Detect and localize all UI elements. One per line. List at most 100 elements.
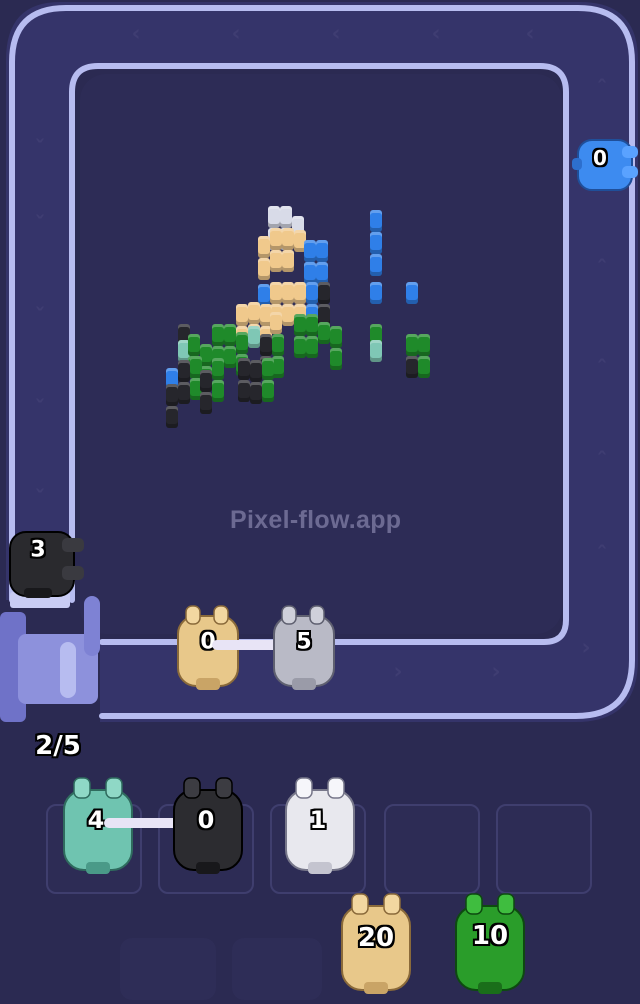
pixel-green <box>212 324 224 346</box>
teal-shooter-count: 4 <box>87 806 105 834</box>
pixel-black <box>260 334 272 356</box>
chevron-right-icon: › <box>393 659 403 685</box>
pixel-green <box>418 356 430 378</box>
pixel-blue <box>304 240 316 262</box>
black-shooter-left[interactable]: 3 <box>4 526 90 602</box>
chevron-up-icon: ˆ <box>596 257 608 283</box>
pixel-black <box>406 356 418 378</box>
pixel-black <box>318 282 330 304</box>
black-shooter-slot[interactable]: 0 <box>166 774 250 880</box>
chevron-left-icon: ‹ <box>431 21 441 47</box>
pixel-green <box>212 380 224 402</box>
chevron-right-icon: › <box>581 635 591 661</box>
pixel-black <box>238 380 250 402</box>
pixel-tan <box>282 228 294 250</box>
pixel-green <box>262 358 274 380</box>
pixel-blue <box>258 284 270 306</box>
pixel-black <box>200 370 212 392</box>
pixel-green <box>306 314 318 336</box>
pixel-tan <box>270 228 282 250</box>
black-shooter-count: 3 <box>30 537 46 563</box>
pixel-green <box>188 334 200 356</box>
pixel-blue <box>316 262 328 284</box>
slot-4[interactable] <box>384 804 480 894</box>
chevron-down-icon: ˇ <box>34 137 46 163</box>
black-shooter-slot-count: 0 <box>197 806 215 834</box>
chevron-down-icon: ˇ <box>34 487 46 513</box>
pixel-black <box>200 392 212 414</box>
pixel-black <box>178 360 190 382</box>
pixel-white <box>268 206 280 228</box>
pixel-tan <box>282 250 294 272</box>
pixel-green <box>236 332 248 354</box>
slot-5[interactable] <box>496 804 592 894</box>
white-shooter-slot[interactable]: 1 <box>278 774 362 880</box>
pixel-green <box>418 334 430 356</box>
pixel-tan <box>270 282 282 304</box>
pixel-teal <box>248 326 260 348</box>
pixel-green <box>224 346 236 368</box>
pixel-tan <box>258 258 270 280</box>
chevron-left-icon: ‹ <box>131 21 141 47</box>
chevron-right-icon: › <box>491 659 501 685</box>
pixel-tan <box>282 282 294 304</box>
pixel-board-area <box>80 74 562 634</box>
pixel-green <box>330 326 342 348</box>
pixel-black <box>166 384 178 406</box>
gray-shooter-count: 5 <box>296 629 312 655</box>
chevron-up-icon: ˆ <box>596 449 608 475</box>
chevron-left-icon: ‹ <box>331 21 341 47</box>
pixel-teal <box>370 340 382 362</box>
pixel-blue <box>370 232 382 254</box>
pixel-blue <box>304 262 316 284</box>
pixel-green <box>272 334 284 356</box>
chevron-left-icon: ‹ <box>231 21 241 47</box>
pixel-green <box>262 380 274 402</box>
pixel-tan <box>270 312 282 334</box>
pixel-black <box>250 360 262 382</box>
chevron-up-icon: ˆ <box>596 543 608 569</box>
chevron-down-icon: ˇ <box>34 305 46 331</box>
chevron-down-icon: ˇ <box>34 397 46 423</box>
pixel-tan <box>236 304 248 326</box>
pixel-black <box>238 358 250 380</box>
chevron-left-icon: ‹ <box>525 21 535 47</box>
chevron-up-icon: ˆ <box>596 77 608 103</box>
blue-shooter-count: 0 <box>593 146 607 170</box>
pixel-green <box>212 358 224 380</box>
pixel-blue <box>316 240 328 262</box>
pixel-black <box>250 382 262 404</box>
pixel-green <box>294 314 306 336</box>
pixel-green <box>330 348 342 370</box>
pixel-tan <box>258 236 270 258</box>
pixel-blue <box>370 254 382 276</box>
chevron-up-icon: ˆ <box>596 357 608 383</box>
pixel-tan <box>270 250 282 272</box>
pixel-blue <box>406 282 418 304</box>
queue-slot-right <box>232 938 322 1000</box>
chevron-down-icon: ˇ <box>34 213 46 239</box>
pixel-tan <box>282 304 294 326</box>
pixel-green <box>318 322 330 344</box>
pixel-green <box>224 324 236 346</box>
pixel-tan <box>294 282 306 304</box>
pixel-green <box>294 336 306 358</box>
blue-shooter[interactable]: 0 <box>572 136 640 194</box>
pixel-green <box>406 334 418 356</box>
queue-slot-left <box>120 938 216 1000</box>
pixel-black <box>178 382 190 404</box>
pixel-white <box>280 206 292 228</box>
white-shooter-count: 1 <box>309 806 327 834</box>
pixel-blue <box>306 282 318 304</box>
pixel-tan <box>248 302 260 324</box>
green-queue-count: 10 <box>471 921 509 951</box>
capacity-counter: 2/5 <box>35 731 81 761</box>
pixel-black <box>166 406 178 428</box>
tan-queue-count: 20 <box>357 923 395 953</box>
tan-shooter-queue[interactable]: 20 <box>334 890 418 1000</box>
green-shooter-queue[interactable]: 10 <box>448 890 532 1000</box>
gray-shooter[interactable]: 5 <box>266 602 342 694</box>
pixel-blue <box>370 282 382 304</box>
watermark-text: Pixel-flow.app <box>230 506 402 534</box>
pixel-green <box>306 336 318 358</box>
